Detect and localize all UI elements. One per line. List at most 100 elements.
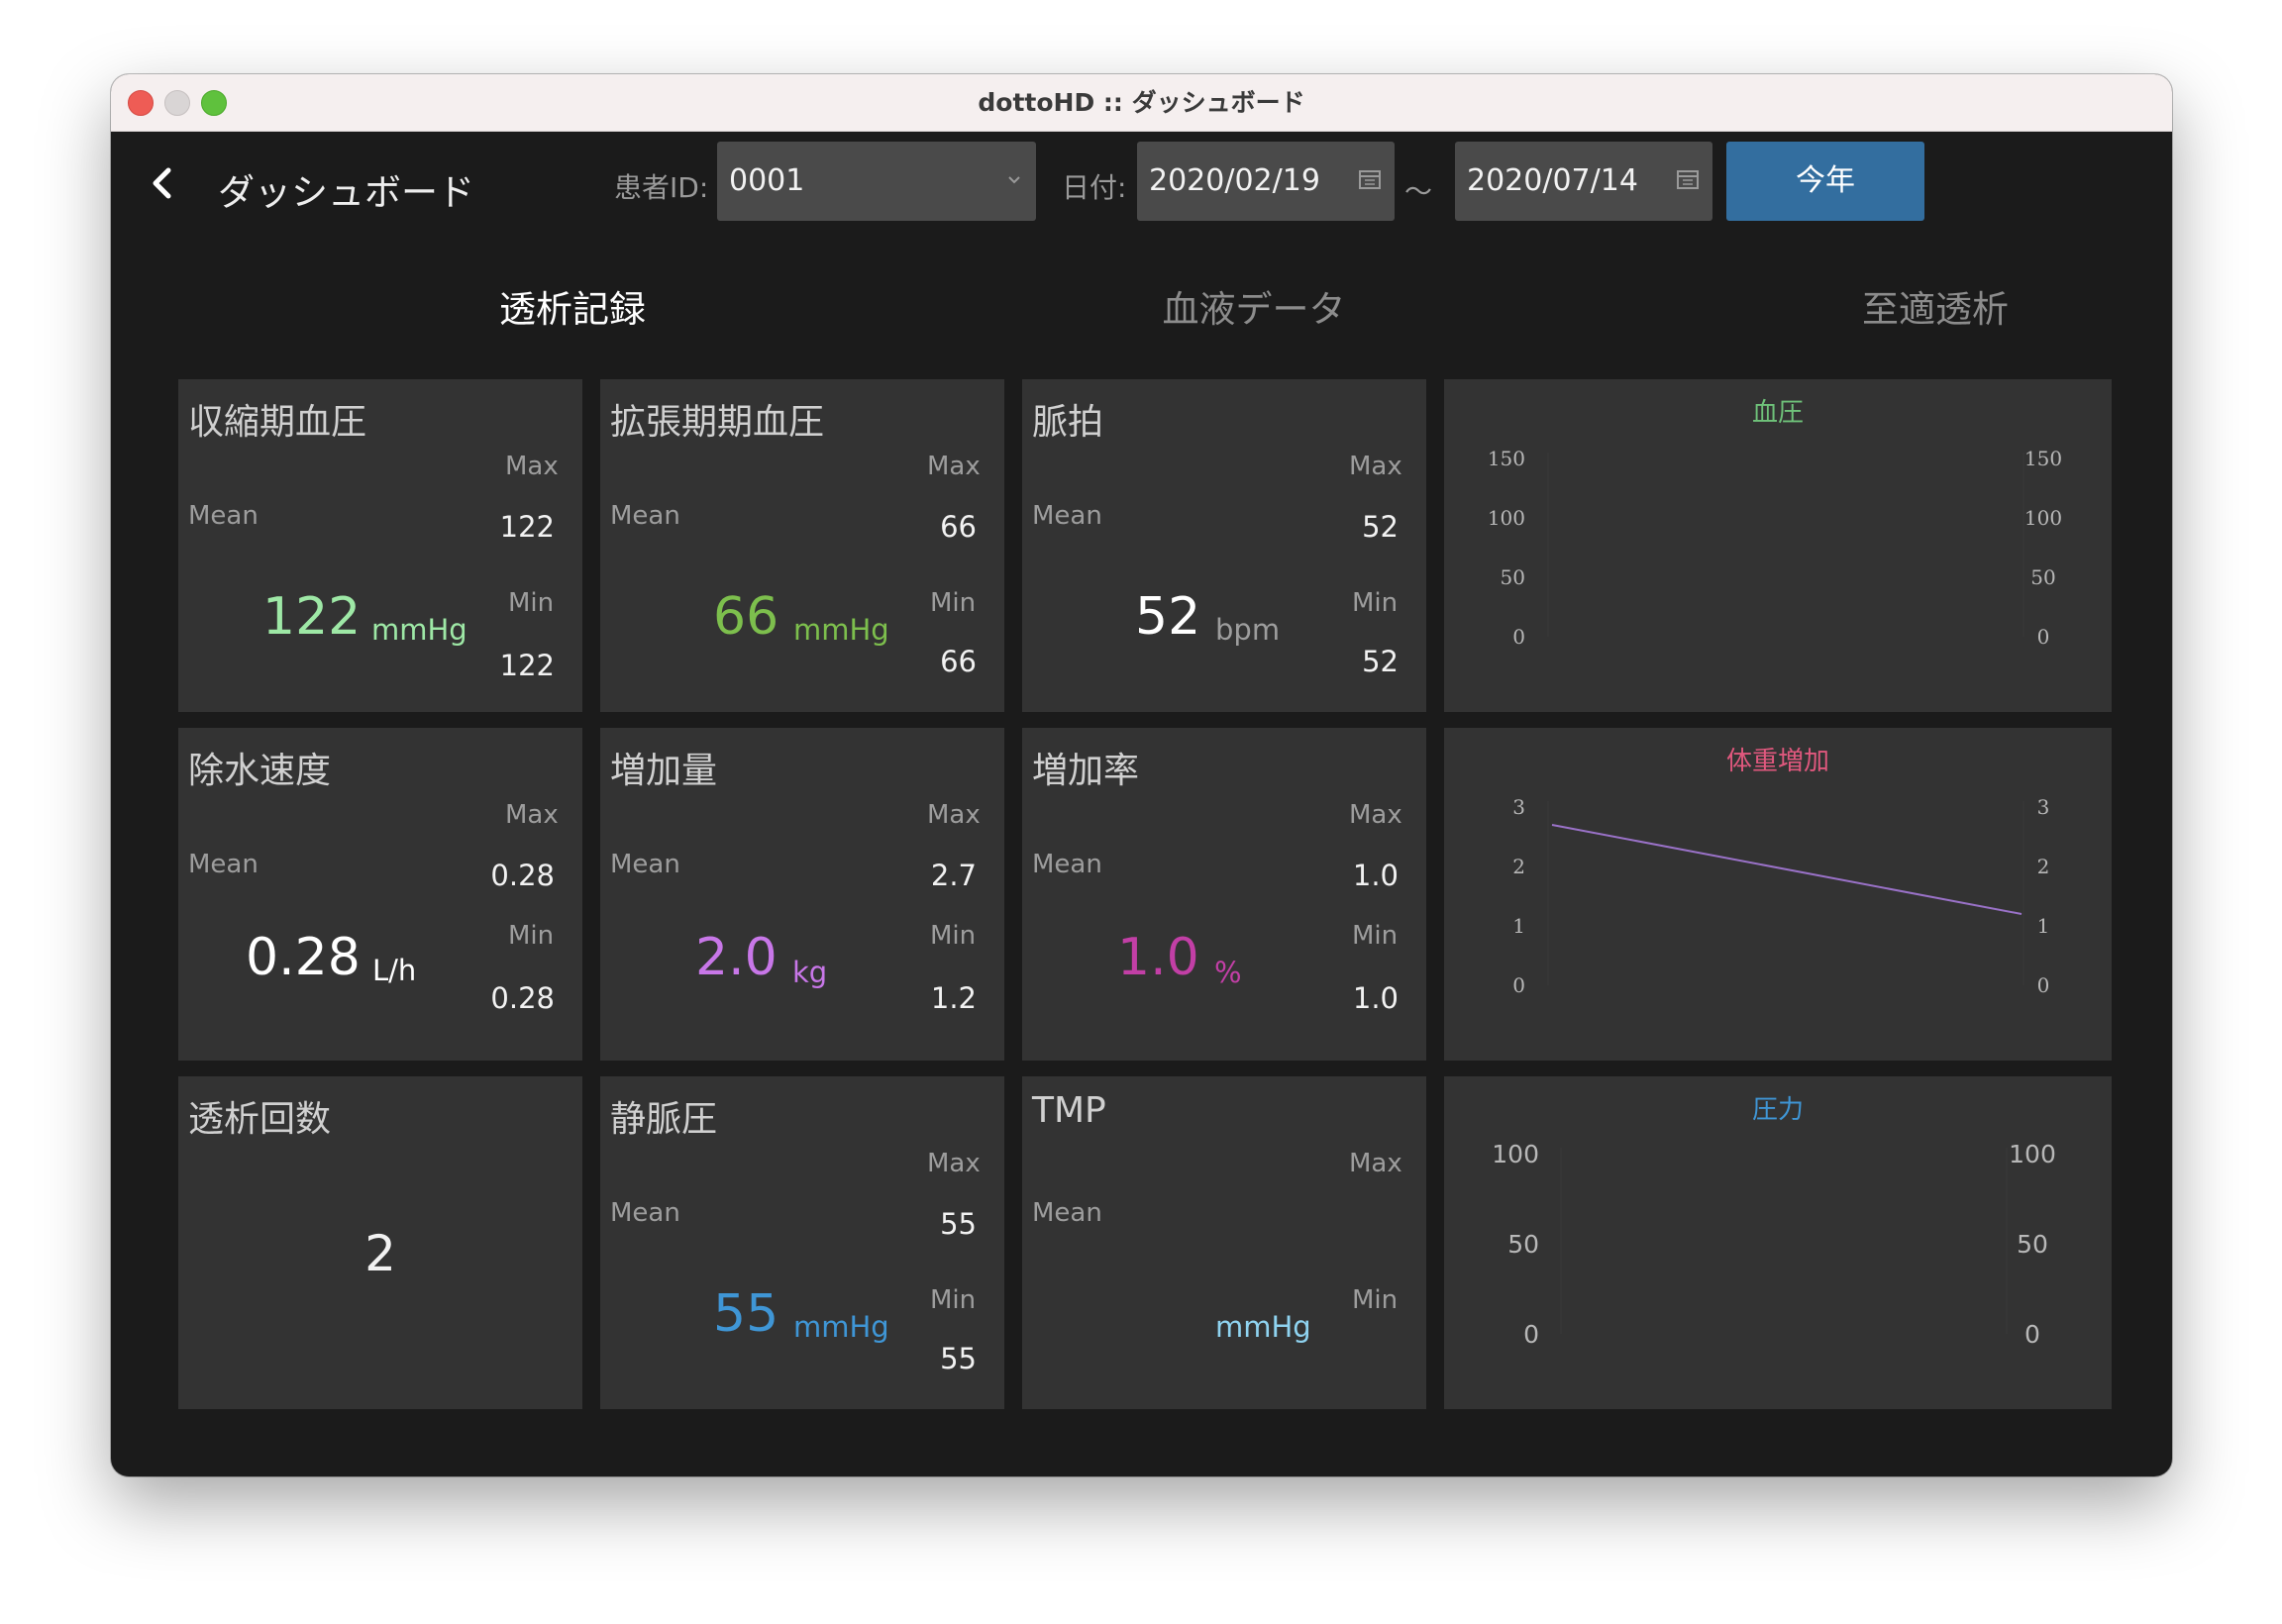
y-tick-label-right: 0 bbox=[2024, 1320, 2040, 1349]
chart-title: 体重増加 bbox=[1726, 747, 1829, 776]
max-value: 0.28 bbox=[490, 859, 555, 892]
patient-id-value: 0001 bbox=[729, 163, 805, 198]
y-tick-label-right: 2 bbox=[2037, 855, 2050, 878]
max-value: 55 bbox=[940, 1207, 977, 1241]
y-tick-label-left: 100 bbox=[1492, 1140, 1539, 1168]
max-value: 2.7 bbox=[930, 859, 977, 892]
title-bar: dottoHD :: ダッシュボード bbox=[111, 74, 2172, 132]
dialysis-count-card: 透析回数 2 bbox=[178, 1076, 582, 1409]
y-tick-label-left: 1 bbox=[1512, 914, 1525, 938]
y-tick-label-left: 0 bbox=[1523, 1320, 1539, 1349]
card-title: 拡張期期血圧 bbox=[610, 402, 825, 443]
page-title: ダッシュボード bbox=[218, 171, 474, 214]
y-tick-label-right: 50 bbox=[2017, 1230, 2048, 1259]
blood-pressure-chart: 血圧 0 0 50 50 100 100 150 150 bbox=[1444, 379, 2112, 712]
unit-label: mmHg bbox=[793, 1310, 889, 1344]
app-window: dottoHD :: ダッシュボード ダッシュボード 患者ID: 0001 日付… bbox=[111, 74, 2172, 1476]
mean-label: Mean bbox=[188, 850, 259, 879]
card-title: 収縮期血圧 bbox=[188, 402, 367, 443]
max-label: Max bbox=[927, 1149, 981, 1178]
y-tick-label-right: 1 bbox=[2037, 914, 2050, 938]
max-value: 122 bbox=[499, 510, 555, 544]
this-year-button[interactable]: 今年 bbox=[1726, 142, 1924, 221]
unit-label: mmHg bbox=[371, 613, 467, 647]
mean-value: 122 bbox=[262, 587, 362, 647]
mean-label: Mean bbox=[610, 1198, 680, 1228]
calendar-icon[interactable] bbox=[1677, 169, 1699, 189]
chart-title: 血圧 bbox=[1752, 398, 1804, 428]
unit-label: bpm bbox=[1215, 613, 1281, 647]
mean-label: Mean bbox=[1032, 501, 1102, 531]
back-chevron-icon[interactable] bbox=[147, 166, 180, 200]
weight-gain-rate-card: 増加率 Mean Max 1.0 Min 1.0 1.0 % bbox=[1022, 728, 1426, 1061]
date-from-input[interactable]: 2020/02/19 bbox=[1137, 142, 1395, 221]
min-label: Min bbox=[930, 921, 977, 951]
min-label: Min bbox=[1352, 588, 1399, 618]
mean-value: 1.0 bbox=[1117, 928, 1199, 987]
tab-dialysis-record[interactable]: 透析記録 bbox=[325, 279, 820, 333]
pulse-card: 脈拍 Mean Max 52 Min 52 52 bpm bbox=[1022, 379, 1426, 712]
systolic-bp-card: 収縮期血圧 Mean Max 122 Min 122 122 mmHg bbox=[178, 379, 582, 712]
max-label: Max bbox=[927, 452, 981, 481]
min-value: 55 bbox=[940, 1342, 977, 1375]
max-label: Max bbox=[505, 800, 559, 830]
min-label: Min bbox=[508, 921, 555, 951]
mean-value: 0.28 bbox=[246, 928, 361, 987]
toolbar: ダッシュボード 患者ID: 0001 日付: 2020/02/19 ～ 2020… bbox=[111, 131, 2172, 230]
card-title: 除水速度 bbox=[188, 751, 332, 791]
min-label: Min bbox=[930, 588, 977, 618]
mean-label: Mean bbox=[1032, 1198, 1102, 1228]
y-tick-label-right: 50 bbox=[2030, 565, 2055, 589]
unit-label: L/h bbox=[372, 954, 417, 987]
y-tick-label-right: 0 bbox=[2037, 625, 2050, 649]
tmp-card: TMP Mean Max Min mmHg bbox=[1022, 1076, 1426, 1409]
chevron-down-icon bbox=[1008, 176, 1020, 184]
pressure-chart: 圧力 0 0 50 50 100 100 bbox=[1444, 1076, 2112, 1409]
min-value: 0.28 bbox=[490, 981, 555, 1015]
card-title: 透析回数 bbox=[188, 1099, 332, 1140]
min-label: Min bbox=[930, 1285, 977, 1315]
unit-label: % bbox=[1214, 956, 1242, 989]
y-tick-label-right: 3 bbox=[2037, 795, 2050, 819]
weight-gain-chart-svg: 体重増加 0 0 1 1 2 2 3 3 bbox=[1512, 747, 2050, 997]
min-value: 122 bbox=[499, 649, 555, 682]
min-label: Min bbox=[1352, 1285, 1399, 1315]
min-value: 66 bbox=[940, 645, 977, 678]
mean-value: 66 bbox=[713, 587, 779, 647]
water-removal-rate-card: 除水速度 Mean Max 0.28 Min 0.28 0.28 L/h bbox=[178, 728, 582, 1061]
tab-blood-data[interactable]: 血液データ bbox=[1006, 279, 1502, 333]
date-to-input[interactable]: 2020/07/14 bbox=[1455, 142, 1712, 221]
chart-title: 圧力 bbox=[1752, 1095, 1804, 1125]
diastolic-bp-card: 拡張期期血圧 Mean Max 66 Min 66 66 mmHg bbox=[600, 379, 1004, 712]
card-title: 静脈圧 bbox=[610, 1099, 718, 1140]
card-title: 増加率 bbox=[1032, 751, 1140, 791]
y-tick-label-left: 50 bbox=[1501, 565, 1525, 589]
calendar-icon[interactable] bbox=[1359, 169, 1381, 189]
y-tick-label-left: 2 bbox=[1512, 855, 1525, 878]
patient-id-label: 患者ID: bbox=[614, 171, 709, 204]
y-tick-label-left: 100 bbox=[1488, 506, 1525, 530]
y-tick-label-right: 100 bbox=[2009, 1140, 2056, 1168]
series-line bbox=[1551, 824, 2023, 915]
unit-label: mmHg bbox=[793, 613, 889, 647]
y-tick-label-left: 0 bbox=[1512, 625, 1525, 649]
mean-label: Mean bbox=[1032, 850, 1102, 879]
card-title: TMP bbox=[1032, 1090, 1106, 1131]
min-value: 1.0 bbox=[1352, 981, 1399, 1015]
max-label: Max bbox=[1349, 800, 1402, 830]
y-tick-label-left: 50 bbox=[1507, 1230, 1539, 1259]
card-title: 脈拍 bbox=[1032, 402, 1104, 443]
weight-gain-card: 増加量 Mean Max 2.7 Min 1.2 2.0 kg bbox=[600, 728, 1004, 1061]
mean-label: Mean bbox=[610, 501, 680, 531]
mean-value: 55 bbox=[713, 1284, 779, 1344]
min-label: Min bbox=[1352, 921, 1399, 951]
window-title: dottoHD :: ダッシュボード bbox=[978, 88, 1305, 117]
min-label: Min bbox=[508, 588, 555, 618]
y-tick-label-right: 0 bbox=[2037, 973, 2050, 997]
y-tick-label-left: 0 bbox=[1512, 973, 1525, 997]
max-value: 1.0 bbox=[1352, 859, 1399, 892]
card-title: 増加量 bbox=[610, 751, 718, 791]
tab-optimal-dialysis[interactable]: 至適透析 bbox=[1688, 279, 2172, 333]
patient-id-select[interactable]: 0001 bbox=[717, 142, 1036, 221]
max-label: Max bbox=[927, 800, 981, 830]
